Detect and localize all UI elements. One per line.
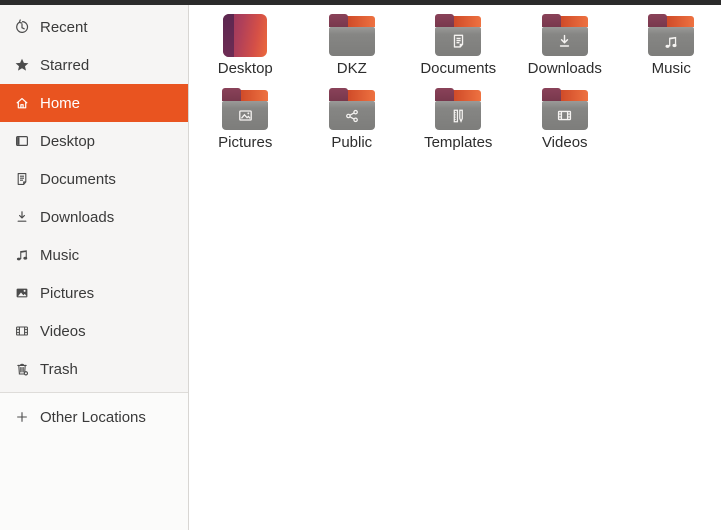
sidebar: Recent Starred Home Desktop Documents Do… — [0, 5, 189, 530]
file-item-label: Templates — [424, 134, 493, 151]
plus-icon — [17, 412, 27, 422]
file-view[interactable]: Desktop DKZ Documents Downloads Music Pi… — [189, 5, 721, 530]
file-item-music[interactable]: Music — [618, 12, 721, 86]
file-item-downloads[interactable]: Downloads — [512, 12, 619, 86]
file-item-label: Desktop — [217, 60, 273, 77]
sidebar-item-home[interactable]: Home — [0, 84, 188, 122]
folder-music-icon — [647, 14, 695, 58]
sidebar-item-trash[interactable]: Trash — [0, 350, 188, 388]
sidebar-item-documents[interactable]: Documents — [0, 160, 188, 198]
sidebar-item-music[interactable]: Music — [0, 236, 188, 274]
share-glyph-icon — [345, 109, 358, 122]
sidebar-item-label: Desktop — [40, 132, 96, 150]
file-item-label: Public — [331, 134, 373, 151]
document-glyph-icon — [453, 34, 463, 48]
folder-videos-icon — [541, 88, 589, 132]
sidebar-item-label: Downloads — [40, 208, 115, 226]
documents-icon — [17, 173, 27, 185]
videos-icon — [16, 326, 28, 336]
sidebar-item-label: Recent — [40, 18, 88, 36]
sidebar-item-label: Pictures — [40, 284, 95, 302]
desktop-icon — [15, 135, 29, 147]
sidebar-item-pictures[interactable]: Pictures — [0, 274, 188, 312]
sidebar-item-label: Trash — [40, 360, 78, 378]
music-note-glyph-icon — [665, 36, 677, 48]
filmstrip-glyph-icon — [558, 110, 572, 121]
pictures-icon — [16, 288, 28, 298]
sidebar-item-recent[interactable]: Recent — [0, 8, 188, 46]
file-item-dkz[interactable]: DKZ — [299, 12, 406, 86]
file-item-documents[interactable]: Documents — [405, 12, 512, 86]
sidebar-item-label: Other Locations — [40, 408, 146, 426]
sidebar-bottom-section: Other Locations — [0, 393, 188, 530]
sidebar-item-downloads[interactable]: Downloads — [0, 198, 188, 236]
template-glyph-icon — [453, 109, 464, 123]
file-item-label: Downloads — [527, 60, 602, 77]
starred-icon — [15, 58, 29, 71]
sidebar-item-desktop[interactable]: Desktop — [0, 122, 188, 160]
file-item-label: DKZ — [336, 60, 367, 77]
sidebar-item-label: Starred — [40, 56, 90, 74]
file-item-label: Pictures — [218, 134, 273, 151]
photo-glyph-icon — [238, 110, 252, 121]
desktop-gradient-icon — [221, 14, 269, 58]
file-item-public[interactable]: Public — [299, 86, 406, 160]
sidebar-item-other-locations[interactable]: Other Locations — [0, 398, 188, 436]
recent-icon — [16, 19, 29, 33]
downloads-icon — [17, 211, 27, 222]
file-item-label: Music — [651, 60, 691, 77]
folder-downloads-icon — [541, 14, 589, 58]
folder-public-icon — [328, 88, 376, 132]
file-item-label: Documents — [420, 60, 497, 77]
file-grid: Desktop DKZ Documents Downloads Music Pi… — [189, 5, 721, 160]
sidebar-item-label: Music — [40, 246, 80, 264]
file-item-templates[interactable]: Templates — [405, 86, 512, 160]
trash-icon — [17, 363, 29, 376]
folder-documents-icon — [434, 14, 482, 58]
folder-pictures-icon — [221, 88, 269, 132]
file-item-desktop[interactable]: Desktop — [192, 12, 299, 86]
sidebar-places-list: Recent Starred Home Desktop Documents Do… — [0, 5, 188, 388]
sidebar-item-label: Documents — [40, 170, 116, 188]
file-item-videos[interactable]: Videos — [512, 86, 619, 160]
folder-templates-icon — [434, 88, 482, 132]
file-item-pictures[interactable]: Pictures — [192, 86, 299, 160]
music-icon — [16, 250, 28, 261]
file-item-label: Videos — [541, 134, 588, 151]
folder-icon — [328, 14, 376, 58]
home-icon — [16, 98, 28, 109]
download-arrow-glyph-icon — [560, 34, 570, 47]
sidebar-item-label: Home — [40, 94, 81, 112]
files-window: Recent Starred Home Desktop Documents Do… — [0, 0, 721, 530]
sidebar-item-label: Videos — [40, 322, 86, 340]
sidebar-item-starred[interactable]: Starred — [0, 46, 188, 84]
sidebar-item-videos[interactable]: Videos — [0, 312, 188, 350]
